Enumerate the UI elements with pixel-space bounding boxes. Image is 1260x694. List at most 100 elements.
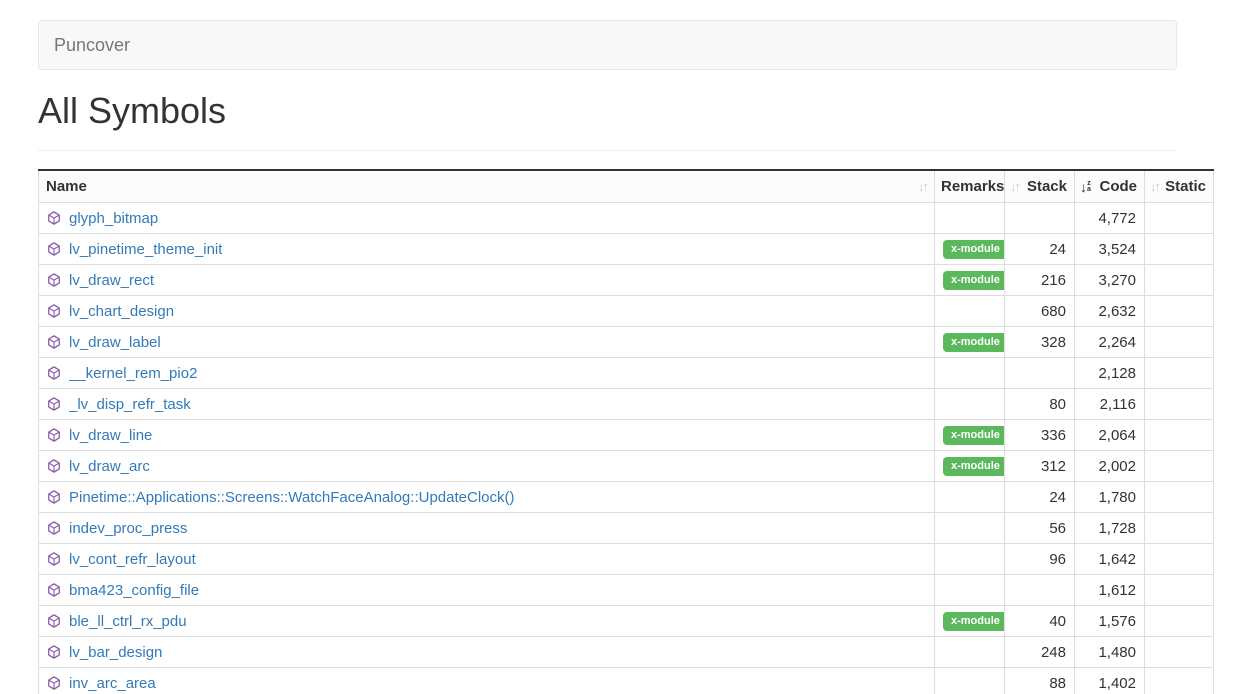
column-label: Static [1165,178,1206,195]
stack-cell: 248 [1005,637,1075,668]
static-cell [1145,420,1214,451]
name-cell: Pinetime::Applications::Screens::WatchFa… [39,482,935,513]
column-header-name[interactable]: Name ↓↑ [39,170,935,203]
remarks-cell [935,296,1005,327]
static-cell [1145,544,1214,575]
static-cell [1145,234,1214,265]
package-icon [47,273,61,287]
remarks-cell: x-module [935,420,1005,451]
name-cell: lv_bar_design [39,637,935,668]
code-cell: 1,402 [1075,668,1145,694]
column-header-code[interactable]: ↓ z a Code [1075,170,1145,203]
symbol-link[interactable]: lv_draw_arc [69,458,150,475]
column-header-stack[interactable]: ↓↑ Stack [1005,170,1075,203]
remark-badge: x-module [943,240,1005,258]
code-cell: 1,480 [1075,637,1145,668]
remark-badge: x-module [943,271,1005,289]
symbol-link[interactable]: lv_pinetime_theme_init [69,241,222,258]
remarks-cell: x-module [935,265,1005,296]
symbol-link[interactable]: lv_draw_line [69,427,152,444]
symbol-link[interactable]: inv_arc_area [69,675,156,692]
name-cell: glyph_bitmap [39,203,935,234]
page-title: All Symbols [38,90,1260,132]
package-icon [47,366,61,380]
name-cell: lv_cont_refr_layout [39,544,935,575]
remarks-cell [935,358,1005,389]
static-cell [1145,451,1214,482]
symbol-link[interactable]: lv_chart_design [69,303,174,320]
column-label: Remarks [941,178,1004,195]
symbols-table: Name ↓↑ Remarks ↓↑ Stack [38,169,1214,694]
code-cell: 2,128 [1075,358,1145,389]
name-cell: bma423_config_file [39,575,935,606]
name-cell: lv_draw_label [39,327,935,358]
static-cell [1145,327,1214,358]
package-icon [47,304,61,318]
stack-cell: 80 [1005,389,1075,420]
symbol-link[interactable]: glyph_bitmap [69,210,158,227]
package-icon [47,583,61,597]
stack-cell [1005,575,1075,606]
table-row: Pinetime::Applications::Screens::WatchFa… [39,482,1214,513]
symbol-link[interactable]: lv_bar_design [69,644,162,661]
symbol-link[interactable]: __kernel_rem_pio2 [69,365,197,382]
package-icon [47,335,61,349]
stack-cell: 88 [1005,668,1075,694]
stack-cell: 24 [1005,234,1075,265]
code-cell: 1,612 [1075,575,1145,606]
remarks-cell [935,482,1005,513]
remarks-cell [935,637,1005,668]
table-row: lv_draw_rect x-module 216 3,270 [39,265,1214,296]
remark-badge: x-module [943,333,1005,351]
column-label: Name [46,178,87,195]
name-cell: ble_ll_ctrl_rx_pdu [39,606,935,637]
sort-icon[interactable]: ↓↑ [918,180,927,193]
column-label: Stack [1027,178,1067,195]
table-row: __kernel_rem_pio2 2,128 [39,358,1214,389]
stack-cell: 56 [1005,513,1075,544]
table-row: bma423_config_file 1,612 [39,575,1214,606]
divider [38,150,1177,151]
stack-cell: 96 [1005,544,1075,575]
symbol-link[interactable]: Pinetime::Applications::Screens::WatchFa… [69,489,514,506]
name-cell: lv_draw_arc [39,451,935,482]
remark-badge: x-module [943,426,1005,444]
symbol-link[interactable]: _lv_disp_refr_task [69,396,191,413]
package-icon [47,490,61,504]
symbol-link[interactable]: indev_proc_press [69,520,187,537]
symbol-link[interactable]: ble_ll_ctrl_rx_pdu [69,613,187,630]
table-row: lv_bar_design 248 1,480 [39,637,1214,668]
symbol-link[interactable]: lv_draw_rect [69,272,154,289]
symbol-link[interactable]: bma423_config_file [69,582,199,599]
name-cell: lv_chart_design [39,296,935,327]
table-row: lv_chart_design 680 2,632 [39,296,1214,327]
name-cell: lv_pinetime_theme_init [39,234,935,265]
remarks-cell [935,389,1005,420]
symbol-link[interactable]: lv_draw_label [69,334,161,351]
stack-cell: 216 [1005,265,1075,296]
remarks-cell: x-module [935,451,1005,482]
static-cell [1145,637,1214,668]
brand-link[interactable]: Puncover [39,35,130,56]
static-cell [1145,606,1214,637]
static-cell [1145,513,1214,544]
package-icon [47,614,61,628]
code-cell: 2,002 [1075,451,1145,482]
symbol-link[interactable]: lv_cont_refr_layout [69,551,196,568]
sort-icon[interactable]: ↓↑ [1150,180,1159,193]
remarks-cell: x-module [935,234,1005,265]
column-header-static[interactable]: ↓↑ Static [1145,170,1214,203]
code-cell: 1,728 [1075,513,1145,544]
table-row: _lv_disp_refr_task 80 2,116 [39,389,1214,420]
stack-cell: 312 [1005,451,1075,482]
static-cell [1145,389,1214,420]
remarks-cell: x-module [935,606,1005,637]
remarks-cell [935,544,1005,575]
table-row: lv_draw_line x-module 336 2,064 [39,420,1214,451]
sort-icon[interactable]: ↓↑ [1010,180,1019,193]
stack-cell: 40 [1005,606,1075,637]
sort-desc-icon[interactable]: ↓ z a [1080,180,1091,194]
stack-cell: 680 [1005,296,1075,327]
stack-cell [1005,358,1075,389]
package-icon [47,676,61,690]
